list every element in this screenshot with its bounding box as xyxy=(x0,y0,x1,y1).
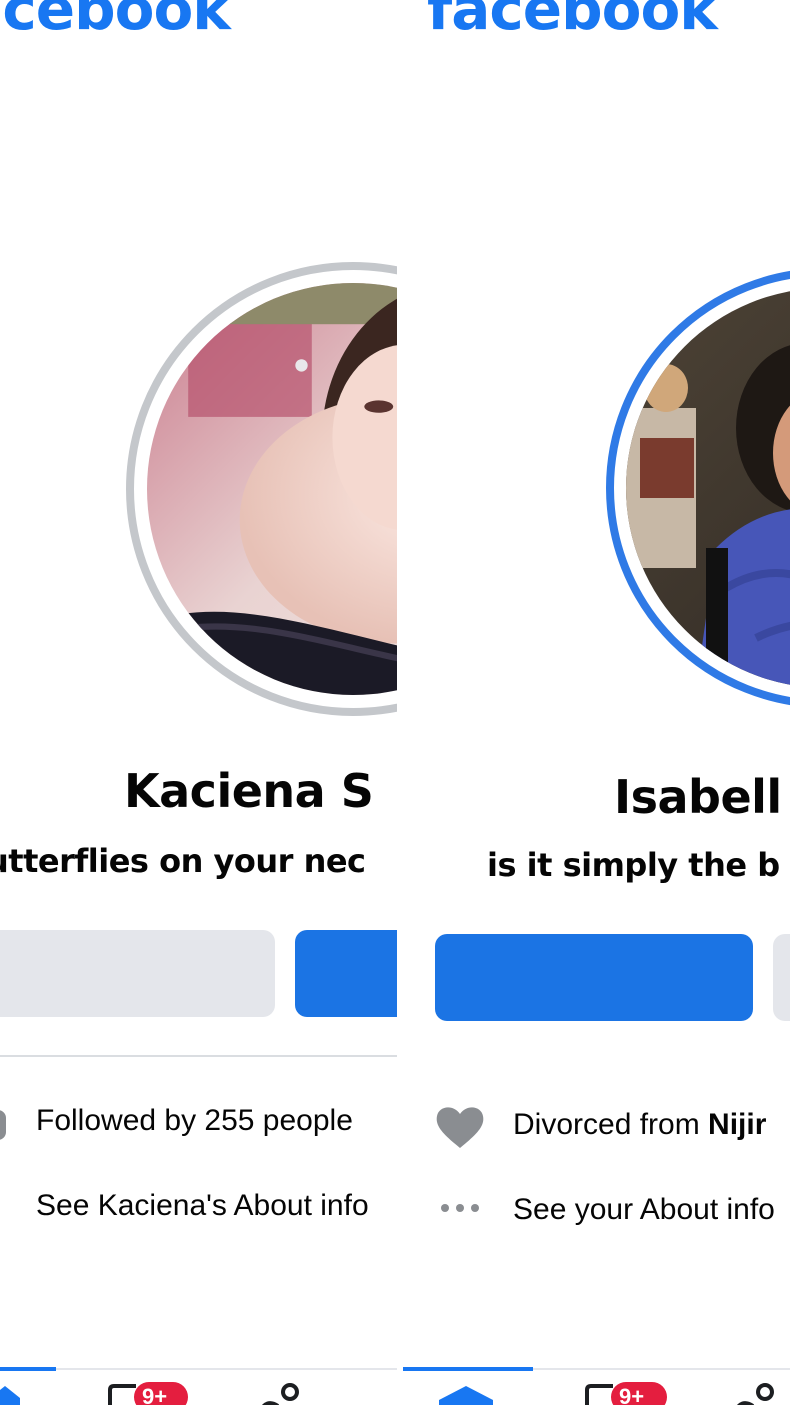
profile-name: Kaciena S xyxy=(124,764,374,818)
bottom-navigation-bar: 9+ xyxy=(403,1367,790,1405)
notification-badge: 9+ xyxy=(134,1382,188,1405)
followed-by-text: Followed by 255 people xyxy=(36,1104,353,1137)
primary-action-button[interactable] xyxy=(435,934,753,1021)
profile-bio: is it simply the b xyxy=(487,846,780,884)
notification-badge: 9+ xyxy=(611,1382,667,1405)
facebook-logo[interactable]: facebook xyxy=(427,0,718,38)
friends-icon[interactable] xyxy=(729,1382,781,1405)
right-profile-panel: facebook Isabell is it simply the b Divo… xyxy=(403,0,790,1405)
relationship-partner-link[interactable]: Nijir xyxy=(708,1108,766,1141)
friends-icon[interactable] xyxy=(254,1382,306,1405)
followers-icon xyxy=(0,1104,6,1144)
primary-action-button[interactable] xyxy=(295,930,397,1017)
secondary-action-button[interactable] xyxy=(0,930,275,1017)
bottom-navigation-bar: 9+ xyxy=(0,1367,397,1405)
facebook-logo[interactable]: facebook xyxy=(0,0,231,38)
left-profile-panel: facebook xyxy=(0,0,397,1405)
active-tab-indicator xyxy=(0,1367,56,1371)
about-info-link[interactable]: See your About info xyxy=(513,1193,775,1227)
profile-photo-image xyxy=(626,288,790,688)
section-divider xyxy=(0,1055,397,1057)
home-icon[interactable] xyxy=(439,1384,493,1405)
profile-picture[interactable] xyxy=(606,268,790,708)
about-info-link[interactable]: See Kaciena's About info xyxy=(36,1189,369,1223)
home-icon[interactable] xyxy=(0,1384,20,1405)
heart-icon xyxy=(435,1104,485,1150)
profile-photo-image xyxy=(147,283,397,695)
profile-bio: utterflies on your nec xyxy=(0,842,366,880)
more-dots-icon xyxy=(0,1198,4,1218)
profile-picture[interactable] xyxy=(126,262,397,716)
more-dots-icon xyxy=(439,1201,481,1215)
active-tab-indicator xyxy=(403,1367,533,1371)
relationship-text: Divorced from Nijir xyxy=(513,1108,766,1142)
profile-name: Isabell xyxy=(614,770,782,824)
secondary-action-button[interactable] xyxy=(773,934,790,1021)
relationship-prefix: Divorced from xyxy=(513,1108,709,1141)
